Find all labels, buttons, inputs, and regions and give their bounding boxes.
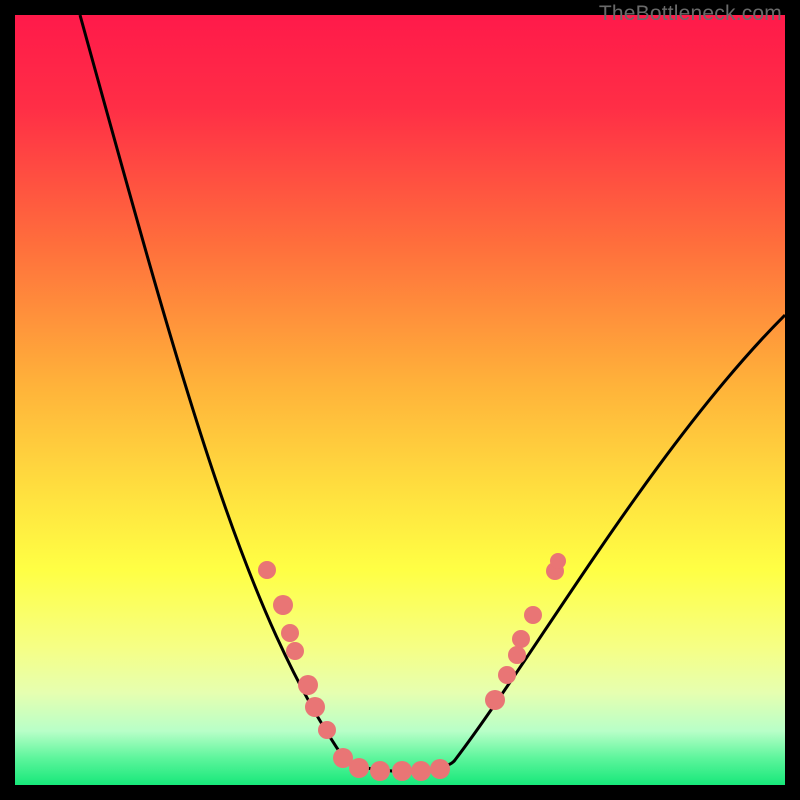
data-point [411,761,431,781]
data-point [508,646,526,664]
gradient-background [15,15,785,785]
data-point [370,761,390,781]
data-point [318,721,336,739]
data-point [550,553,566,569]
data-point [273,595,293,615]
data-point [258,561,276,579]
data-point [286,642,304,660]
data-point [349,758,369,778]
data-point [524,606,542,624]
data-point [485,690,505,710]
watermark-text: TheBottleneck.com [599,2,782,26]
data-point [512,630,530,648]
bottleneck-chart [15,15,785,785]
data-point [430,759,450,779]
data-point [305,697,325,717]
data-point [281,624,299,642]
chart-frame [15,15,785,785]
data-point [498,666,516,684]
data-point [298,675,318,695]
data-point [392,761,412,781]
